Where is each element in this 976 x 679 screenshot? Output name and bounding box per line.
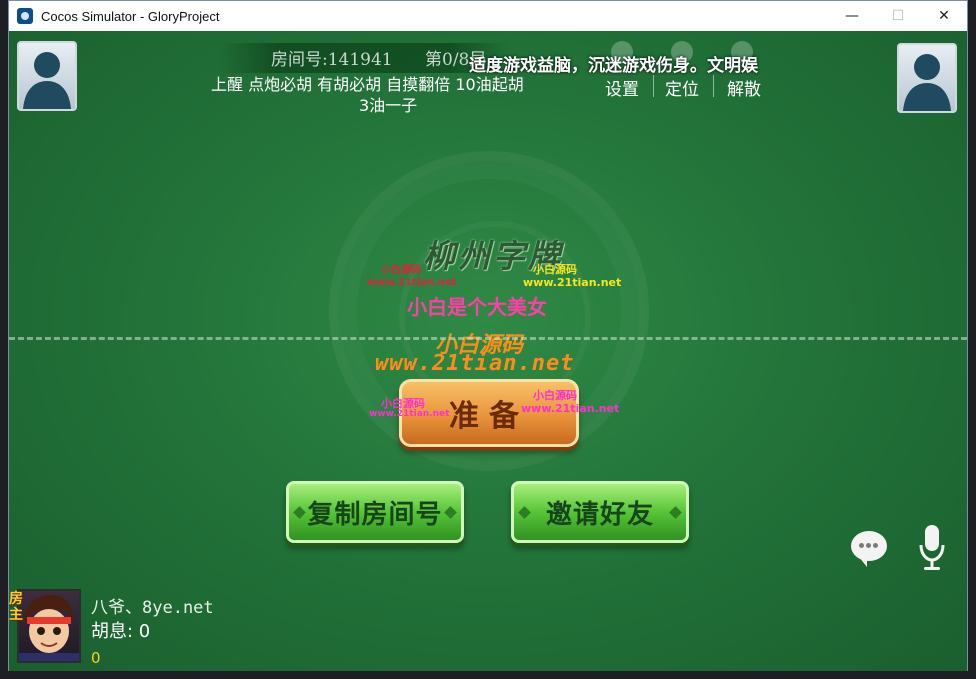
settings-button[interactable]: 设置 <box>597 75 647 100</box>
microphone-icon[interactable] <box>919 525 945 571</box>
watermark-url: www.21tian.net <box>367 277 457 288</box>
menu-divider <box>653 75 654 97</box>
table-divider-line <box>9 337 967 340</box>
window-controls: — ☐ ✕ <box>829 1 967 31</box>
player-name: 八爷、8ye.net <box>91 598 214 618</box>
watermark-text: 小白源码 <box>533 389 577 402</box>
health-notice-marquee: 适度游戏益脑，沉迷游戏伤身。文明娱 <box>469 56 758 76</box>
watermark-text: 小白源码 <box>381 265 421 276</box>
chat-icon[interactable] <box>851 531 887 567</box>
window-title: Cocos Simulator - GloryProject <box>41 8 220 24</box>
copy-room-number-label: 复制房间号 <box>307 499 443 530</box>
chat-dot <box>866 543 871 548</box>
simulator-window: Cocos Simulator - GloryProject — ☐ ✕ 房间号… <box>8 0 968 671</box>
title-bar[interactable]: Cocos Simulator - GloryProject — ☐ ✕ <box>9 1 967 31</box>
opponent-avatar-left[interactable] <box>17 41 77 111</box>
player-score: 0 <box>91 649 101 667</box>
invite-friends-label: 邀请好友 <box>545 499 654 530</box>
game-table: 房间号:141941 第0/8局 上醒 点炮必胡 有胡必胡 自摸翻倍 10油起胡… <box>9 31 967 671</box>
opponent-avatar-right[interactable] <box>897 43 957 113</box>
minimize-button[interactable]: — <box>829 1 875 31</box>
locate-button[interactable]: 定位 <box>657 75 707 100</box>
room-number: 房间号:141941 <box>271 50 393 70</box>
copy-room-number-button[interactable]: 复制房间号 <box>286 481 464 543</box>
chat-dot <box>873 543 878 548</box>
watermark-text: 小白源码 <box>533 263 577 276</box>
host-badge: 房主 <box>9 591 23 623</box>
close-button[interactable]: ✕ <box>921 1 967 31</box>
menu-divider <box>713 75 714 97</box>
diamond-icon <box>669 506 682 519</box>
chat-dot <box>859 543 864 548</box>
maximize-button[interactable]: ☐ <box>875 1 921 31</box>
watermark-url: www.21tian.net <box>521 402 620 415</box>
watermark-url: www.21tian.net <box>375 351 575 376</box>
room-rules-line2: 3油一子 <box>359 96 418 115</box>
diamond-icon <box>518 506 531 519</box>
default-avatar-icon <box>23 52 71 109</box>
invite-friends-button[interactable]: 邀请好友 <box>511 481 689 543</box>
diamond-icon <box>444 506 457 519</box>
watermark-url: www.21tian.net <box>369 409 450 419</box>
watermark-url: www.21tian.net <box>523 276 622 289</box>
player-huxi: 胡息: 0 <box>91 621 151 642</box>
diamond-icon <box>293 506 306 519</box>
default-avatar-icon <box>903 54 951 111</box>
dissolve-button[interactable]: 解散 <box>719 75 769 100</box>
watermark-text: 小白是个大美女 <box>407 295 547 319</box>
cocos-icon <box>17 8 33 24</box>
